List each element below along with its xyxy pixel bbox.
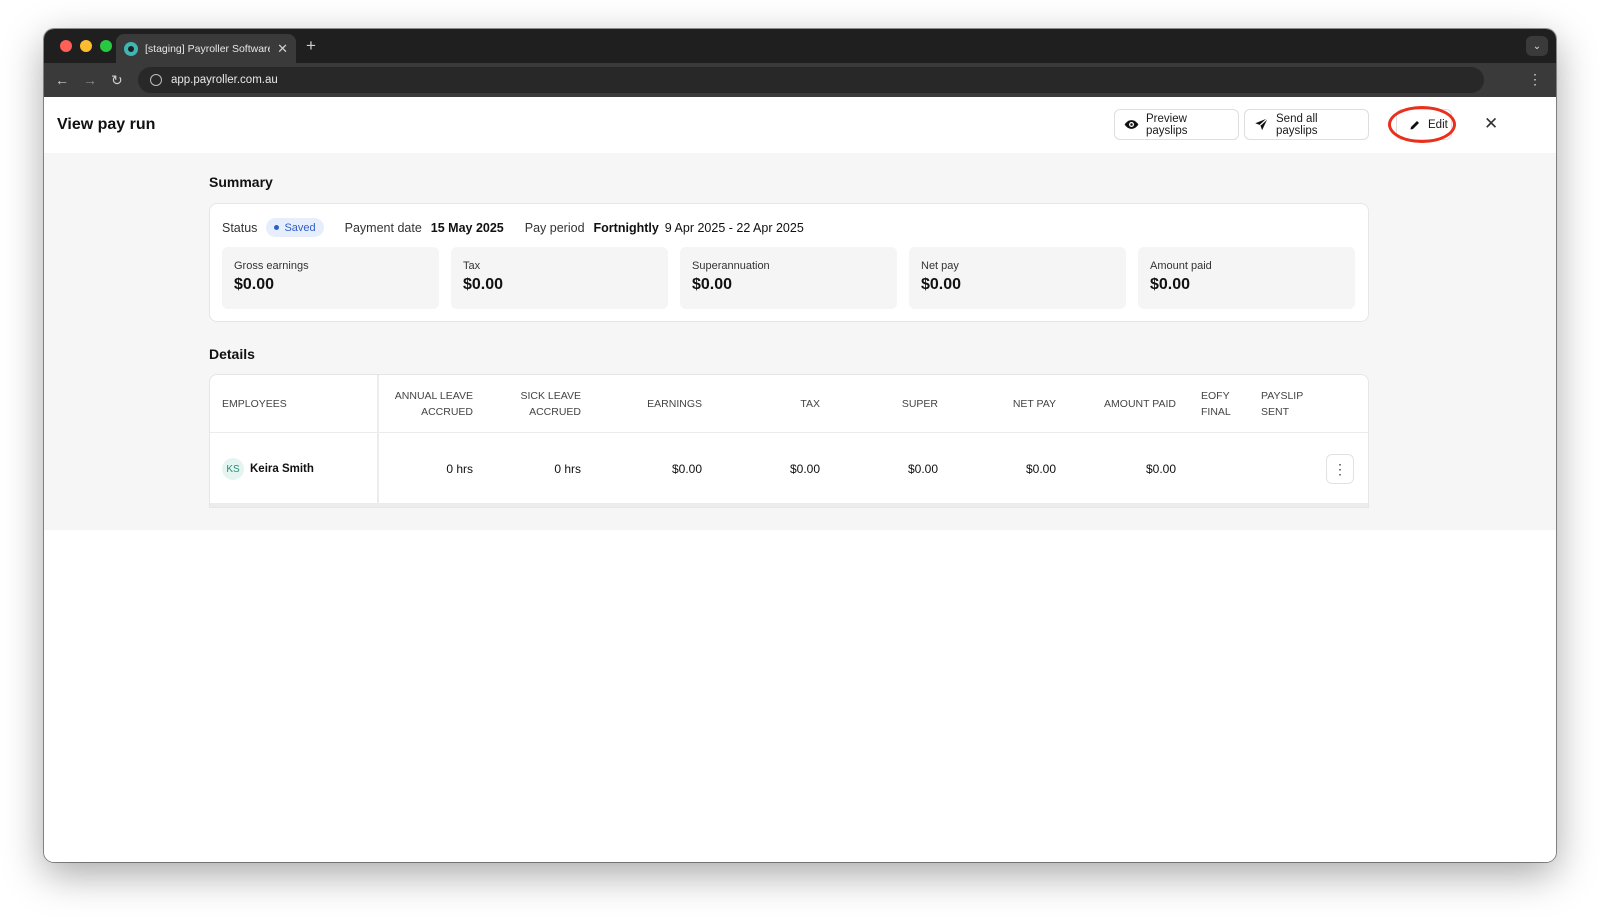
vertical-dots-icon: ⋮: [1333, 461, 1347, 477]
col-annual-leave-line1: ANNUAL LEAVE: [394, 390, 473, 402]
col-eofy-line2: FINAL: [1201, 406, 1231, 418]
minimize-window-button[interactable]: [80, 40, 92, 52]
reload-icon[interactable]: ↻: [111, 71, 123, 89]
pay-period-label: Pay period: [524, 220, 585, 235]
eye-icon: [1124, 120, 1139, 129]
stat-value: $0.00: [692, 276, 733, 293]
url-text: app.payroller.com.au: [171, 74, 278, 86]
stat-value: $0.00: [1150, 276, 1191, 293]
paper-plane-icon: [1255, 117, 1269, 131]
table-header: EMPLOYEES ANNUAL LEAVE ACCRUED SICK LEAV…: [210, 375, 1368, 433]
col-tax: TAX: [800, 398, 820, 410]
col-sick-leave-line2: ACCRUED: [529, 406, 581, 418]
col-earnings: EARNINGS: [647, 398, 702, 410]
cell-amount-paid: $0.00: [1145, 462, 1176, 476]
status-badge: Saved: [266, 218, 324, 237]
col-super: SUPER: [901, 398, 938, 410]
stat-label: Amount paid: [1150, 260, 1212, 272]
col-eofy-line1: EOFY: [1201, 390, 1230, 402]
tab-strip: [staging] Payroller Software ✕ + ⌄: [44, 29, 1556, 63]
pay-period-range: 9 Apr 2025 - 22 Apr 2025: [664, 220, 804, 235]
send-all-payslips-button[interactable]: Send all payslips: [1244, 109, 1369, 140]
col-sick-leave: SICK LEAVE ACCRUED: [500, 388, 582, 420]
stat-value: $0.00: [463, 276, 504, 293]
summary-stats: Gross earnings $0.00 Tax $0.00 Superannu…: [222, 247, 1355, 309]
payment-date-value: 15 May 2025: [430, 220, 504, 235]
col-annual-leave-line2: ACCRUED: [421, 406, 473, 418]
page-title: View pay run: [57, 116, 156, 133]
stat-label: Tax: [463, 260, 481, 272]
horizontal-scrollbar[interactable]: [210, 503, 1368, 507]
site-info-icon[interactable]: [150, 74, 162, 86]
stat-amount-paid: Amount paid $0.00: [1138, 247, 1355, 309]
new-tab-icon[interactable]: +: [306, 37, 316, 54]
back-arrow-icon[interactable]: ←: [55, 71, 69, 89]
details-title: Details: [209, 346, 255, 362]
app-page: View pay run Preview payslips Send all p…: [44, 97, 1556, 862]
preview-payslips-button[interactable]: Preview payslips: [1114, 109, 1239, 140]
stat-tax: Tax $0.00: [451, 247, 668, 309]
row-actions-button[interactable]: ⋮: [1326, 454, 1354, 484]
table-row[interactable]: KS Keira Smith 0 hrs 0 hrs $0.00 $0.00 $…: [210, 433, 1368, 505]
cell-super: $0.00: [907, 462, 938, 476]
browser-menu-icon[interactable]: ⋮: [1528, 71, 1542, 88]
payment-date-label: Payment date: [344, 220, 422, 235]
details-table: EMPLOYEES ANNUAL LEAVE ACCRUED SICK LEAV…: [209, 374, 1369, 508]
col-payslip-sent: PAYSLIP SENT: [1261, 388, 1303, 420]
avatar: KS: [222, 458, 244, 480]
browser-window: [staging] Payroller Software ✕ + ⌄ ← → ↻…: [44, 29, 1556, 862]
page-header: View pay run Preview payslips Send all p…: [44, 97, 1556, 153]
summary-card: Status Saved Payment date 15 May 2025 Pa…: [209, 203, 1369, 322]
window-controls: [60, 40, 112, 52]
col-payslip-line2: SENT: [1261, 406, 1290, 418]
close-icon[interactable]: ✕: [1484, 115, 1498, 132]
status-label: Status: [222, 220, 258, 235]
col-annual-leave: ANNUAL LEAVE ACCRUED: [386, 388, 473, 420]
stat-value: $0.00: [921, 276, 962, 293]
tab-close-icon[interactable]: ✕: [277, 42, 288, 55]
forward-arrow-icon[interactable]: →: [83, 71, 97, 89]
status-dot-icon: [274, 225, 280, 230]
stat-gross-earnings: Gross earnings $0.00: [222, 247, 439, 309]
cell-sick-leave: 0 hrs: [554, 462, 581, 476]
col-employees: EMPLOYEES: [222, 398, 287, 410]
cell-earnings: $0.00: [671, 462, 702, 476]
preview-payslips-label: Preview payslips: [1146, 112, 1188, 137]
stat-label: Net pay: [921, 260, 959, 272]
summary-meta: Status Saved Payment date 15 May 2025 Pa…: [222, 218, 804, 237]
employee-name[interactable]: Keira Smith: [250, 463, 314, 475]
cell-annual-leave: 0 hrs: [446, 462, 473, 476]
stat-value: $0.00: [234, 276, 275, 293]
col-net-pay: NET PAY: [1012, 398, 1056, 410]
maximize-window-button[interactable]: [100, 40, 112, 52]
send-all-payslips-label: Send all payslips: [1276, 112, 1318, 137]
tab-title: [staging] Payroller Software: [145, 42, 271, 55]
stat-label: Superannuation: [692, 260, 770, 272]
address-bar[interactable]: app.payroller.com.au: [138, 67, 1484, 93]
col-eofy-final: EOFY FINAL: [1201, 388, 1231, 420]
col-payslip-line1: PAYSLIP: [1261, 390, 1304, 402]
pay-run-content: Summary Status Saved Payment date 15 May…: [44, 153, 1556, 530]
summary-title: Summary: [209, 174, 273, 190]
stat-net-pay: Net pay $0.00: [909, 247, 1126, 309]
cell-net-pay: $0.00: [1025, 462, 1056, 476]
edit-highlight-ring: [1388, 106, 1456, 143]
address-toolbar: ← → ↻ app.payroller.com.au ⋮: [44, 63, 1556, 97]
close-window-button[interactable]: [60, 40, 72, 52]
col-sick-leave-line1: SICK LEAVE: [520, 390, 582, 402]
col-amount-paid: AMOUNT PAID: [1104, 398, 1176, 410]
stat-label: Gross earnings: [234, 260, 309, 272]
favicon-icon: [124, 41, 138, 56]
column-divider: [377, 375, 379, 507]
status-value: Saved: [284, 221, 316, 234]
pay-period-frequency: Fortnightly: [593, 220, 659, 235]
tab-search-icon[interactable]: ⌄: [1526, 36, 1548, 56]
stat-superannuation: Superannuation $0.00: [680, 247, 897, 309]
cell-tax: $0.00: [789, 462, 820, 476]
browser-tab-active[interactable]: [staging] Payroller Software ✕: [116, 34, 296, 63]
